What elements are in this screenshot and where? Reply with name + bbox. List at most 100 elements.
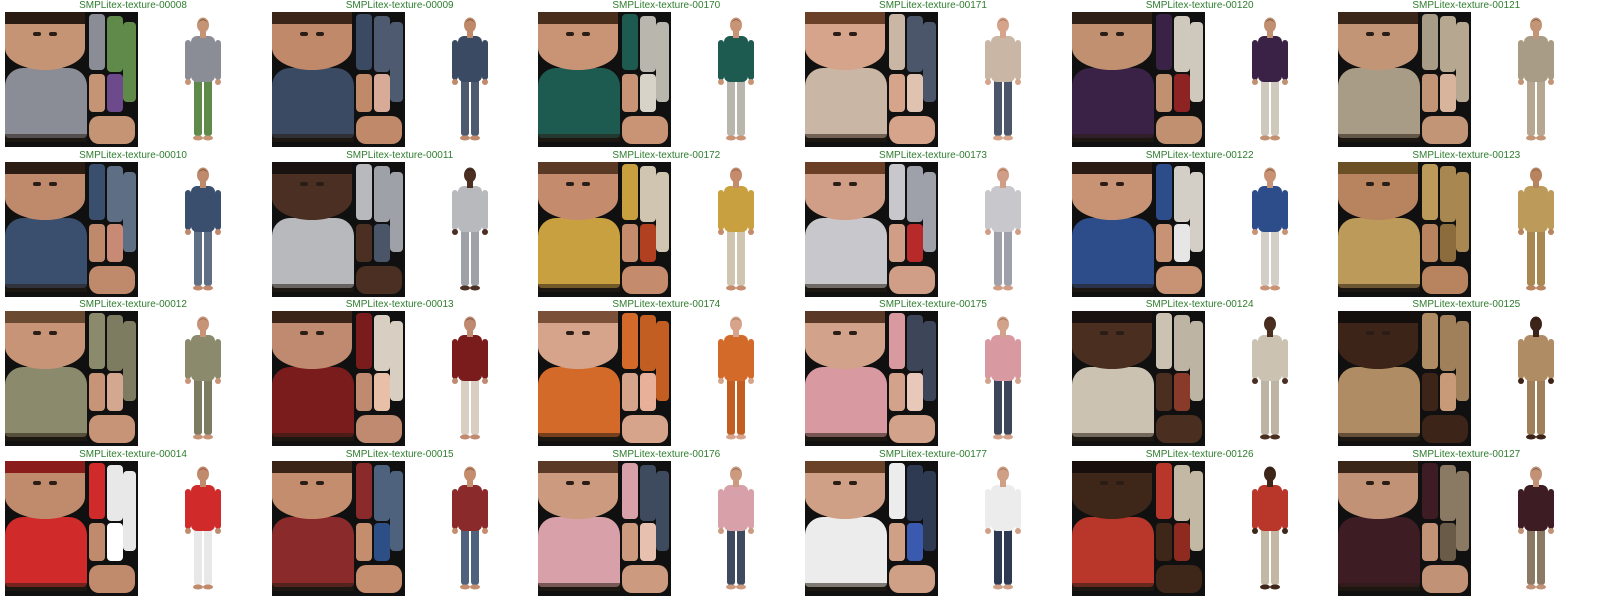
avatar-right-foot: [1002, 285, 1013, 290]
avatar-right-arm: [481, 488, 488, 529]
avatar-right-leg: [470, 526, 479, 585]
avatar-right-foot: [736, 434, 747, 440]
avatar-right-leg: [470, 227, 479, 286]
texture-limb-region: [1155, 522, 1172, 561]
texture-limb-region: [123, 470, 136, 551]
texture-hands-region: [888, 265, 935, 294]
uv-texture-map: [1338, 311, 1472, 446]
avatar-left-hand: [1251, 378, 1258, 384]
avatar-left-arm: [984, 40, 991, 80]
avatar-left-hand: [185, 527, 191, 534]
avatar-left-foot: [1259, 135, 1270, 141]
avatar-right-foot: [736, 135, 747, 141]
avatar-right-hand: [748, 79, 755, 85]
uv-texture-map: [5, 12, 138, 147]
texture-tile: SMPLitex-texture-00008: [0, 0, 267, 150]
avatar-left-arm: [1251, 40, 1258, 80]
avatar-right-arm: [1281, 189, 1288, 230]
texture-label: SMPLitex-texture-00120: [1145, 0, 1254, 11]
texture-hair-region: [5, 460, 85, 473]
texture-belt-region: [1338, 134, 1421, 142]
avatar-left-foot: [726, 135, 737, 141]
rendered-avatar: [708, 16, 764, 144]
texture-limb-region: [1440, 522, 1457, 561]
avatar-left-hand: [185, 79, 191, 85]
rendered-avatar: [1508, 465, 1564, 593]
texture-limb-region: [1422, 223, 1439, 262]
texture-torso-region: [5, 68, 87, 138]
texture-label: SMPLitex-texture-00011: [346, 149, 454, 161]
avatar-left-hand: [718, 79, 725, 85]
texture-limb-region: [622, 522, 639, 561]
avatar-right-arm: [748, 339, 755, 379]
avatar-left-arm: [1251, 488, 1258, 529]
avatar-right-leg: [1537, 526, 1546, 585]
avatar-left-foot: [1259, 285, 1270, 290]
avatar-left-foot: [1526, 135, 1537, 141]
rendered-avatar: [975, 465, 1031, 593]
avatar-left-leg: [727, 377, 736, 435]
texture-limb-region: [1440, 74, 1457, 112]
avatar-right-leg: [1003, 78, 1012, 136]
texture-limb-region: [1155, 373, 1172, 411]
texture-limb-region: [640, 522, 657, 561]
avatar-right-foot: [1536, 584, 1547, 589]
avatar-right-arm: [748, 40, 755, 80]
avatar-left-hand: [718, 228, 725, 235]
avatar-right-foot: [469, 434, 480, 440]
texture-label: SMPLitex-texture-00121: [1412, 0, 1521, 11]
texture-limb-region: [389, 470, 403, 551]
texture-tile: SMPLitex-texture-00015: [267, 449, 534, 598]
texture-tile: SMPLitex-texture-00011: [267, 150, 534, 300]
texture-limb-region: [107, 74, 123, 112]
texture-torso-region: [271, 68, 354, 138]
texture-limb-region: [1440, 373, 1457, 411]
texture-label: SMPLitex-texture-00012: [79, 299, 187, 310]
avatar-right-hand: [481, 527, 488, 534]
avatar-left-leg: [194, 227, 202, 286]
avatar-torso: [1524, 484, 1549, 531]
texture-limb-region: [1440, 223, 1457, 262]
avatar-right-arm: [1548, 40, 1555, 80]
texture-belt-region: [538, 582, 621, 591]
avatar-right-leg: [204, 377, 212, 435]
texture-limb-region: [373, 522, 390, 561]
avatar-right-arm: [481, 339, 488, 379]
texture-limb-region: [888, 74, 905, 112]
avatar-left-leg: [1260, 227, 1269, 286]
texture-hands-region: [622, 265, 669, 294]
texture-belt-region: [1071, 134, 1154, 142]
texture-hair-region: [804, 161, 885, 174]
texture-limb-region: [906, 373, 923, 411]
avatar-right-arm: [1281, 40, 1288, 80]
texture-tile: SMPLitex-texture-00121: [1333, 0, 1600, 150]
texture-tile: SMPLitex-texture-00177: [800, 449, 1067, 598]
avatar-left-foot: [193, 584, 203, 589]
texture-limb-region: [888, 313, 905, 369]
avatar-left-leg: [460, 78, 469, 136]
avatar-left-foot: [459, 584, 470, 589]
avatar-right-hand: [1548, 79, 1555, 85]
avatar-right-hand: [1014, 527, 1021, 534]
avatar-right-leg: [1270, 377, 1279, 435]
texture-limb-region: [1173, 464, 1190, 521]
texture-limb-region: [922, 22, 936, 102]
texture-torso-region: [271, 367, 354, 437]
texture-tile: SMPLitex-texture-00172: [533, 150, 800, 300]
texture-hands-region: [89, 116, 135, 144]
texture-hair-region: [1338, 311, 1419, 323]
avatar-left-arm: [451, 339, 458, 379]
texture-belt-region: [271, 582, 354, 591]
texture-limb-region: [1456, 171, 1470, 252]
texture-torso-region: [1071, 217, 1154, 288]
texture-tile: SMPLitex-texture-00122: [1067, 150, 1334, 300]
avatar-left-leg: [1527, 526, 1536, 585]
texture-hair-region: [1071, 12, 1152, 24]
texture-torso-region: [804, 367, 887, 437]
texture-limb-region: [355, 163, 372, 220]
texture-belt-region: [1338, 582, 1421, 591]
avatar-right-foot: [469, 584, 480, 589]
avatar-right-foot: [1269, 584, 1280, 589]
texture-torso-region: [271, 217, 354, 288]
texture-hands-region: [1422, 564, 1469, 593]
